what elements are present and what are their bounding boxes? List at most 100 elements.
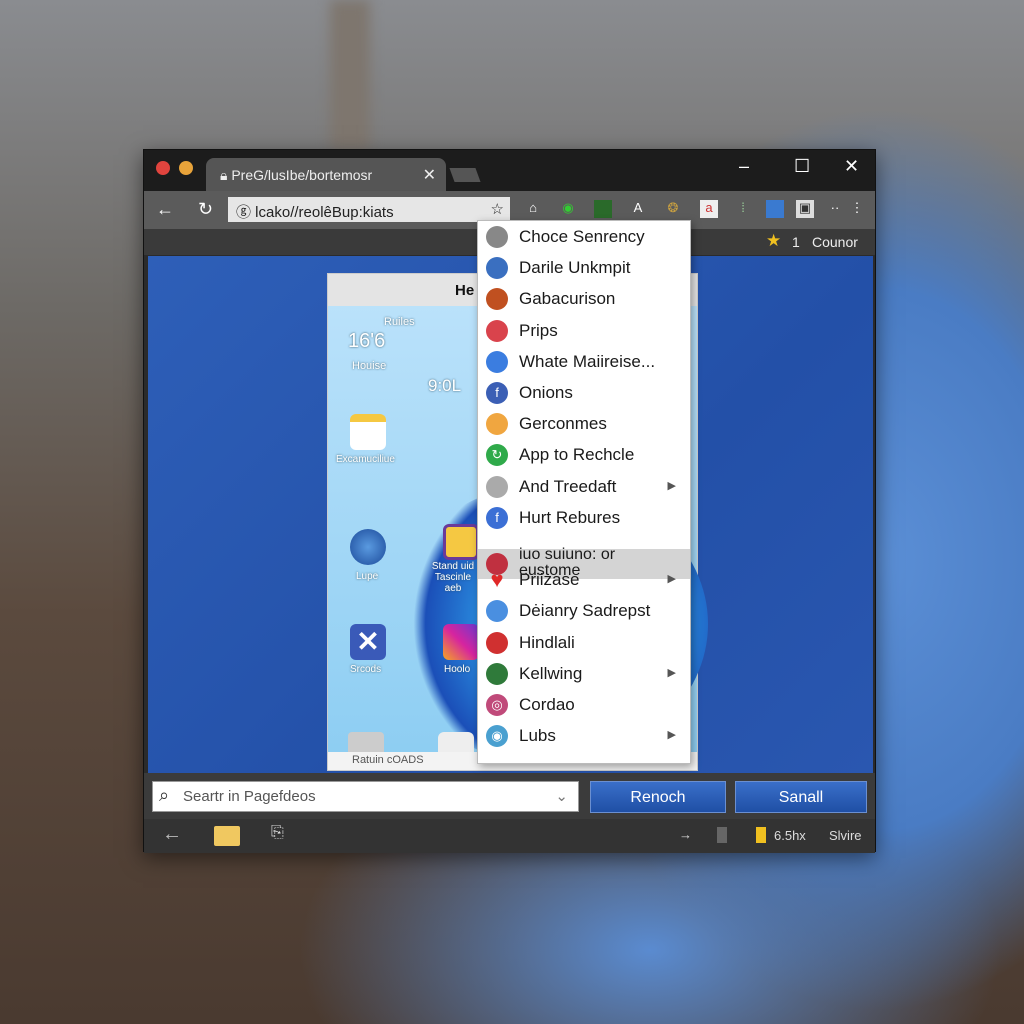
device-icon [717,827,727,843]
doc-icon [486,475,508,498]
search-row: ⌕ Seartr in Pagefdeos ⌄ Renoch Sanall [144,773,875,819]
menu-item[interactable]: Prips [478,316,690,347]
extension-icon[interactable]: ❂ [664,200,682,218]
app-icon[interactable] [443,524,479,560]
menu-icon[interactable]: ⋮ [848,200,866,218]
menu-item-label: Hurt Rebures [519,507,621,527]
menu-item[interactable]: Dėianry Sadrepst [478,596,690,627]
status-label: Slvire [829,828,862,843]
status-size: 6.5hx [774,828,806,843]
menu-item-label: Onions [519,383,573,402]
browser-tab[interactable]: 🔒︎ PreG/lusIbe/bortemosr ✕ [206,158,446,191]
refresh-icon: ↻ [486,444,508,467]
ball-icon [486,600,508,623]
menu-item[interactable]: And Treedaft ▶ [478,472,690,503]
menu-item-label: Darile Unkmpit [519,258,631,278]
submenu-arrow-icon: ▶ [667,666,676,679]
submenu-arrow-icon: ▶ [667,479,676,492]
share-icon[interactable]: ⎘ [271,824,284,842]
wifi-icon[interactable]: ◉ [559,200,577,218]
home-icon[interactable]: ⌂ [524,200,542,218]
back-arrow-icon[interactable]: ← [162,823,182,846]
sanall-button[interactable]: Sanall [735,781,867,813]
menu-item[interactable]: ◎ Cordao [478,690,690,721]
menu-item[interactable]: Hindlali [478,628,690,659]
menu-item[interactable]: ↻ App to Rechcle [478,440,690,471]
menu-item[interactable]: Kellwing ▶ [478,659,690,690]
chevron-down-icon[interactable]: ⌄ [555,787,568,805]
title-bar: 🔒︎ PreG/lusIbe/bortemosr ✕ – ☐ ✕ [144,150,875,191]
menu-item[interactable]: f Hurt Rebures [478,503,690,534]
minimize-icon[interactable]: – [739,156,749,177]
menu-item[interactable]: Whate Maiireise... [478,347,690,378]
menu-item-label: App to Rechcle [519,445,635,465]
clipboard-icon[interactable]: ▣ [796,200,814,218]
x-app-icon[interactable]: ✕ [350,624,386,660]
site-info-icon: ⓖ [236,204,256,221]
menu-item[interactable]: Darile Unkmpit [478,253,690,284]
extension-icon[interactable]: ⁞ [734,200,752,218]
back-icon[interactable]: ← [156,199,174,220]
reload-icon[interactable]: ↻ [198,199,213,220]
menu-item[interactable]: Choce Senrency [478,222,690,253]
menu-item-label: Hindlali [519,632,575,652]
menu-item-label: Lubs [519,726,556,746]
star-icon: ★ [766,231,782,250]
facebook-icon: f [486,382,508,404]
eye-icon: ◉ [486,725,508,748]
bookmark-label[interactable]: Counor [812,234,858,250]
close-dot[interactable] [156,161,170,175]
submenu-arrow-icon: ▶ [667,729,676,742]
pdf-icon[interactable]: a [700,200,718,218]
menu-item-label: Whate Maiireise... [519,351,656,371]
close-window-icon[interactable]: ✕ [844,156,859,177]
chart-icon [486,662,508,685]
clock: 9:0L [428,376,462,395]
weather-label: Ruiles [384,316,415,328]
status-bar: ← ⎘ → 6.5hx Slvire [144,819,875,853]
search-input[interactable]: ⌕ Seartr in Pagefdeos ⌄ [152,781,579,812]
bookmark-star-icon[interactable]: ☆ [491,200,504,218]
new-tab-button[interactable] [449,168,481,182]
app-label: Hoolo [444,664,471,675]
lock-icon: 🔒︎ [220,167,232,183]
instagram-icon[interactable] [443,624,479,660]
menu-item-label: Prips [519,320,558,340]
brush-icon [486,350,508,373]
minimize-dot[interactable] [179,161,193,175]
submenu-arrow-icon: ▶ [667,573,676,586]
search-icon: ⌕ [159,785,170,805]
extension-icon[interactable] [594,200,612,218]
globe-icon: ◎ [486,694,508,716]
circle-icon [486,319,508,342]
facebook-icon: f [486,506,508,529]
menu-item-label: Gerconmes [519,414,607,434]
clock-app-icon[interactable] [350,529,386,565]
menu-item[interactable]: ◉ Lubs ▶ [478,721,690,752]
app-label: Lupe [356,571,379,582]
menu-item[interactable]: Gabacurison [478,284,690,315]
tab-close-icon[interactable]: ✕ [423,165,436,185]
url-text: lcako//reolêBup:kiats [255,204,394,221]
folder-icon[interactable] [214,826,240,846]
temperature: 16'6 [348,330,386,352]
address-bar[interactable]: ⓖ lcako//reolêBup:kiats ☆ [228,197,510,222]
menu-item-label: Gabacurison [519,289,616,309]
app-label: Stand uid Tascinle aeb [431,561,475,594]
app-label: Excamuciliue [336,454,395,465]
battery-icon [756,827,766,843]
menu-item-label: Dėianry Sadrepst [519,601,651,621]
tab-title: PreG/lusIbe/bortemosr [231,167,373,183]
menu-item[interactable]: f Onions [478,378,690,409]
menu-item[interactable]: ♥ Priizase ▶ [478,565,690,596]
extension-icon[interactable] [766,200,784,218]
heart-icon: ♥ [490,567,504,593]
font-icon[interactable]: A [629,200,647,218]
menu-item-label: Cordao [519,695,575,714]
more-icon[interactable]: ·· [826,200,844,218]
menu-item[interactable]: Gerconmes [478,409,690,440]
maximize-icon[interactable]: ☐ [794,156,810,177]
mail-icon[interactable] [350,414,386,450]
renoch-button[interactable]: Renoch [590,781,726,813]
menu-item-label: And Treedaft [519,476,617,496]
